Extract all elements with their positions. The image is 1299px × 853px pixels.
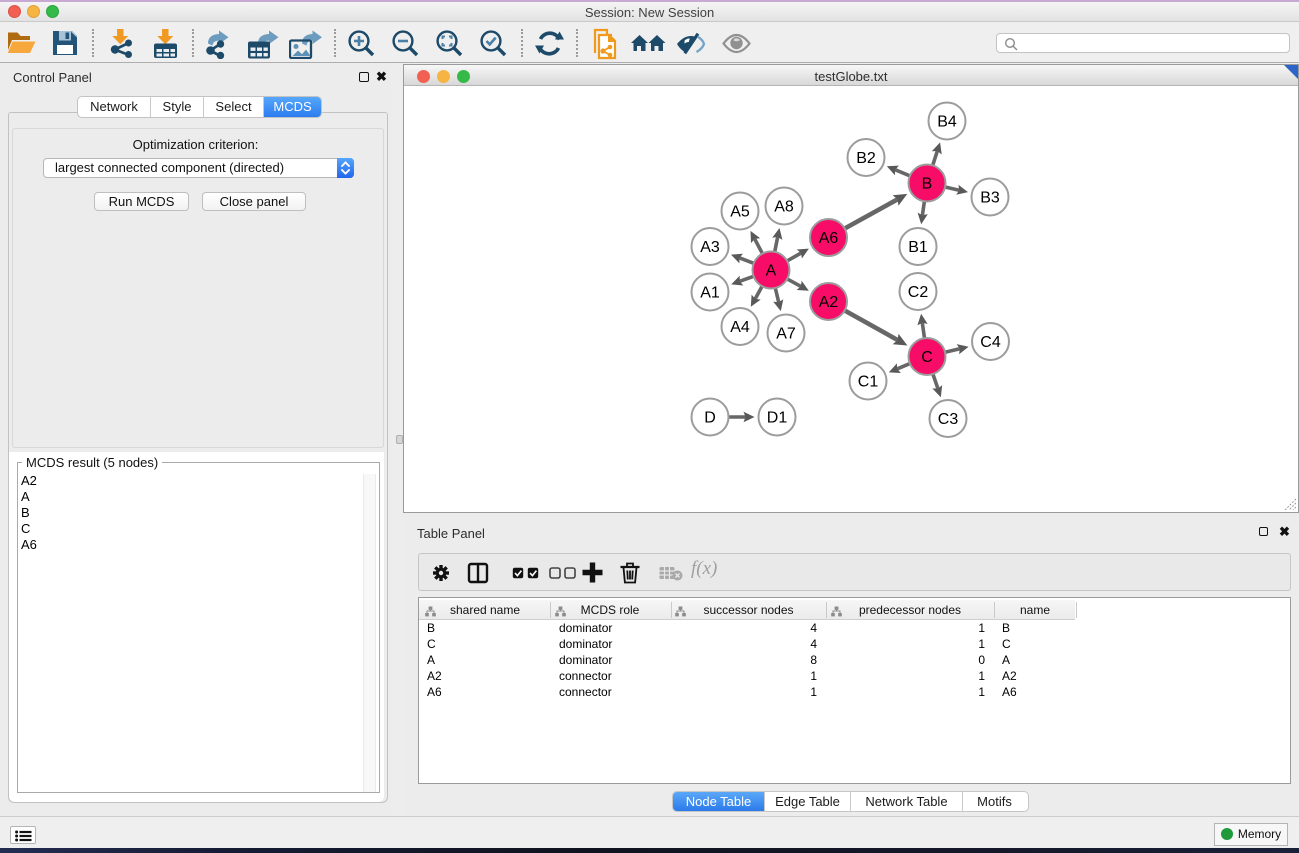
svg-text:C3: C3 xyxy=(938,411,959,428)
svg-text:C1: C1 xyxy=(858,374,879,391)
svg-text:A5: A5 xyxy=(730,204,750,221)
svg-text:C4: C4 xyxy=(980,334,1001,351)
svg-text:D: D xyxy=(704,410,716,427)
svg-text:A8: A8 xyxy=(774,199,794,216)
svg-text:B4: B4 xyxy=(937,114,957,131)
svg-text:D1: D1 xyxy=(767,410,788,427)
svg-text:A2: A2 xyxy=(819,294,839,311)
svg-text:A4: A4 xyxy=(730,319,750,336)
svg-text:B1: B1 xyxy=(908,239,928,256)
svg-text:A1: A1 xyxy=(700,285,720,302)
svg-text:A7: A7 xyxy=(776,326,796,343)
svg-text:B: B xyxy=(922,176,933,193)
svg-text:A6: A6 xyxy=(819,230,839,247)
svg-text:B3: B3 xyxy=(980,190,1000,207)
svg-text:C: C xyxy=(921,349,933,366)
svg-text:B2: B2 xyxy=(856,150,876,167)
svg-text:C2: C2 xyxy=(908,284,929,301)
svg-text:A: A xyxy=(766,263,777,280)
svg-text:A3: A3 xyxy=(700,239,720,256)
